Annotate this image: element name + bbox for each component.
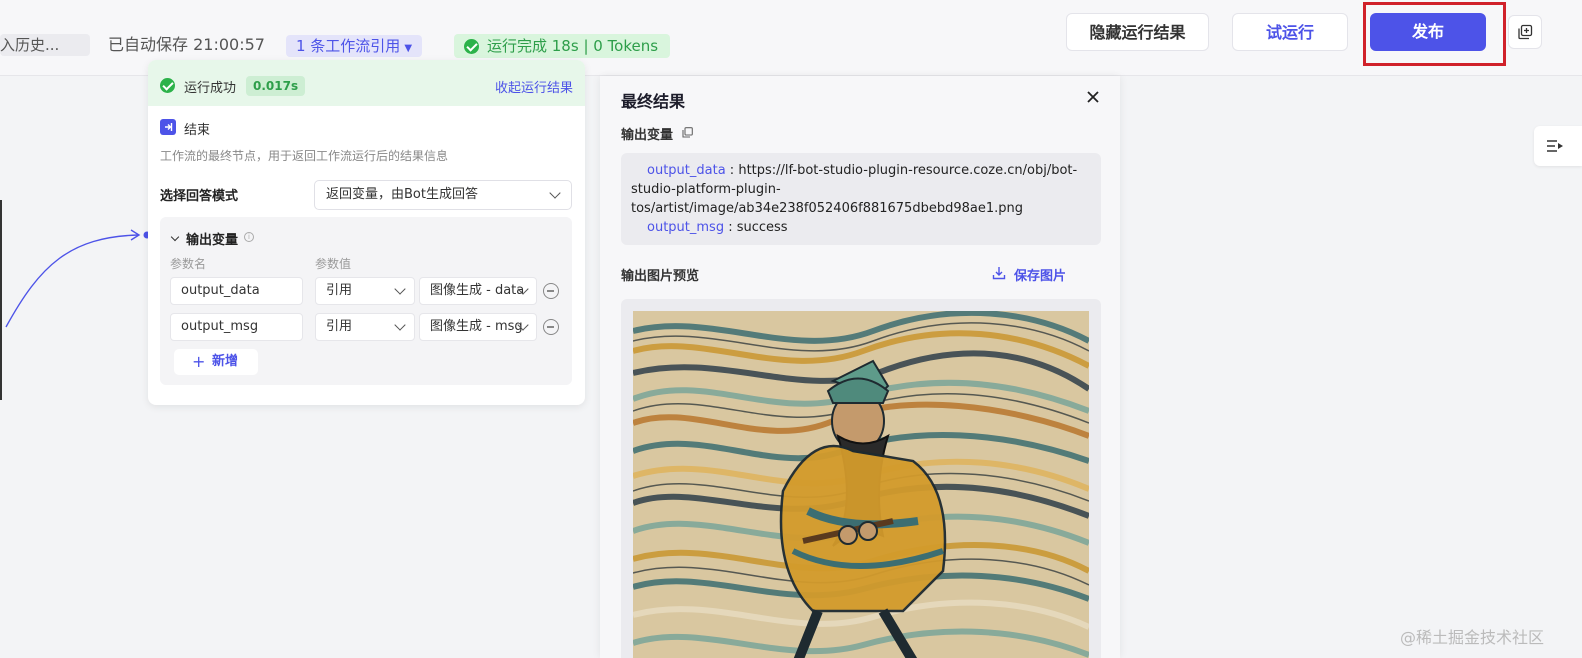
duplicate-icon — [1518, 24, 1533, 40]
output-variables-title: 输出变量 — [186, 233, 239, 248]
remove-param-button[interactable] — [543, 283, 559, 299]
run-status-text: 运行完成 18s | 0 Tokens — [487, 37, 659, 55]
chevron-down-icon — [549, 187, 561, 199]
answer-mode-label: 选择回答模式 — [160, 189, 239, 204]
duplicate-button[interactable] — [1508, 15, 1542, 49]
output-data-url-part1: https://lf-bot-studio-plugin-resource.co… — [738, 163, 1078, 178]
param-value-text: 图像生成 - data — [430, 283, 525, 298]
panel-title: 最终结果 — [621, 92, 686, 111]
run-success-bar: 运行成功 0.017s 收起运行结果 — [148, 60, 585, 106]
workflow-ref-label: 1 条工作流引用 — [296, 37, 401, 55]
workflow-ref-dropdown[interactable]: 1 条工作流引用 ▼ — [286, 35, 423, 57]
autosave-status: 已自动保存 21:00:57 — [108, 35, 265, 54]
output-data-url-part2: studio-platform-plugin- — [631, 182, 781, 197]
collapse-results-link[interactable]: 收起运行结果 — [495, 77, 573, 96]
close-icon[interactable] — [1086, 90, 1100, 104]
param-value-text: 图像生成 - msg — [430, 319, 523, 334]
output-variables-section: 输出变量 i 参数名 参数值 output_data 引用 图像生成 - dat… — [160, 217, 572, 385]
side-panel-toggle[interactable] — [1534, 126, 1582, 166]
chevron-down-icon — [394, 283, 406, 295]
param-value-select[interactable]: 图像生成 - data — [419, 277, 537, 305]
generated-image[interactable] — [633, 311, 1089, 658]
caret-down-icon: ▼ — [404, 43, 413, 54]
history-pill[interactable]: 入历史... — [0, 34, 90, 56]
highlight-box — [1363, 2, 1506, 66]
output-msg-value: : success — [724, 220, 788, 235]
end-node-icon — [160, 119, 176, 135]
param-name-input[interactable]: output_data — [170, 277, 303, 305]
output-msg-key: output_msg — [647, 220, 725, 235]
plus-icon: + — [192, 352, 206, 371]
param-row: output_msg 引用 图像生成 - msg — [170, 313, 565, 341]
output-data-line: output_data : https://lf-bot-studio-plug… — [647, 161, 1087, 180]
check-circle-icon — [464, 38, 479, 54]
info-icon[interactable]: i — [244, 232, 254, 242]
node-description: 工作流的最终节点，用于返回工作流运行后的结果信息 — [160, 149, 449, 163]
try-run-button[interactable]: 试运行 — [1232, 13, 1348, 51]
watermark: @稀土掘金技术社区 — [1400, 628, 1545, 647]
run-time-badge: 0.017s — [246, 76, 306, 96]
add-param-label: 新增 — [212, 354, 239, 369]
param-value-header: 参数值 — [315, 257, 352, 271]
image-preview-label: 输出图片预览 — [621, 269, 700, 284]
download-icon — [992, 267, 1006, 280]
param-name-input[interactable]: output_msg — [170, 313, 303, 341]
param-ref-select[interactable]: 引用 — [315, 313, 415, 341]
param-ref-value: 引用 — [326, 319, 353, 334]
param-name-header: 参数名 — [170, 257, 207, 271]
answer-mode-select[interactable]: 返回变量，由Bot生成回答 — [314, 180, 572, 210]
end-node-card[interactable]: 运行成功 0.017s 收起运行结果 结束 工作流的最终节点，用于返回工作流运行… — [148, 60, 585, 405]
chevron-down-icon — [394, 319, 406, 331]
output-msg-line: output_msg : success — [647, 218, 788, 237]
param-ref-select[interactable]: 引用 — [315, 277, 415, 305]
add-param-button[interactable]: + 新增 — [174, 349, 258, 375]
list-play-icon — [1547, 140, 1563, 152]
output-data-separator: : — [725, 163, 739, 178]
run-status-badge: 运行完成 18s | 0 Tokens — [454, 34, 671, 58]
hide-results-button[interactable]: 隐藏运行结果 — [1066, 13, 1209, 51]
node-title: 结束 — [184, 123, 211, 138]
check-circle-icon — [160, 78, 175, 93]
save-image-label: 保存图片 — [1014, 269, 1067, 284]
param-value-select[interactable]: 图像生成 - msg — [419, 313, 537, 341]
run-success-text: 运行成功 — [184, 81, 237, 96]
answer-mode-value: 返回变量，由Bot生成回答 — [326, 187, 478, 202]
remove-param-button[interactable] — [543, 319, 559, 335]
connection-line — [5, 229, 151, 328]
save-image-button[interactable]: 保存图片 — [992, 265, 1067, 284]
chevron-down-icon[interactable] — [170, 232, 180, 242]
output-data-key: output_data — [647, 163, 726, 178]
param-row: output_data 引用 图像生成 - data — [170, 277, 565, 305]
final-result-panel: 最终结果 输出变量 output_data : https://lf-bot-s… — [600, 76, 1120, 658]
output-variables-box: output_data : https://lf-bot-studio-plug… — [621, 153, 1101, 245]
copy-icon[interactable] — [682, 127, 693, 138]
output-variables-label: 输出变量 — [621, 128, 674, 143]
image-preview-frame — [621, 299, 1101, 658]
param-ref-value: 引用 — [326, 283, 353, 298]
output-data-url-part3: tos/artist/image/ab34e238f052406f881675d… — [631, 201, 1023, 216]
